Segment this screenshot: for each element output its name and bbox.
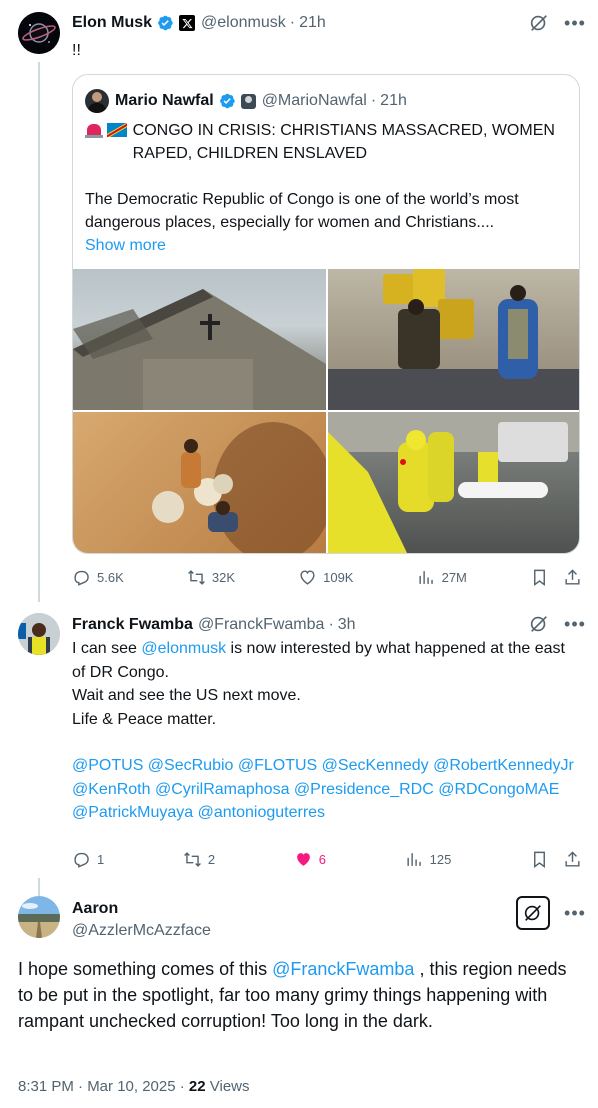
reply-icon — [74, 570, 89, 586]
author-handle[interactable]: @elonmusk — [201, 13, 286, 33]
post1-text: !! — [72, 42, 81, 59]
quote-media-grid — [73, 269, 579, 553]
quote-header: Mario Nawfal @MarioNawfal · 21h — [85, 89, 407, 113]
dot-separator: · — [328, 616, 334, 633]
grok-button[interactable] — [516, 896, 550, 930]
post3-text: I hope something comes of this @FranckFw… — [18, 956, 578, 1034]
views-button[interactable]: 125 — [405, 850, 452, 869]
post-timestamp-row: 8:31 PM · Mar 10, 2025 · 22 Views — [18, 1078, 250, 1095]
media-hazmat-photo[interactable] — [328, 412, 579, 553]
mentions-block[interactable]: @POTUS @SecRubio @FLOTUS @SecKennedy @Ro… — [72, 754, 582, 825]
post1-end-actions — [530, 568, 582, 587]
views-label: Views — [205, 1078, 250, 1095]
post1-header: Elon Musk @elonmusk · 21h — [72, 13, 326, 33]
post3-name-block: Aaron @AzzlerMcAzzface — [72, 898, 211, 942]
post2-line3: Life & Peace matter. — [72, 710, 217, 728]
post2-actions: 1 2 6 125 — [72, 850, 582, 869]
views-count: 125 — [429, 852, 452, 867]
views-count: 27M — [441, 570, 467, 585]
views-button[interactable]: 27M — [417, 568, 467, 587]
thread-line — [38, 62, 40, 602]
post-time[interactable]: 3h — [338, 615, 356, 635]
mario-avatar[interactable] — [85, 89, 109, 113]
verified-badge-icon — [158, 15, 173, 31]
post-time[interactable]: 21h — [299, 13, 326, 33]
repost-button[interactable]: 32K — [187, 568, 235, 587]
post2-top-icons: ••• — [528, 613, 586, 635]
franck-avatar[interactable] — [18, 613, 60, 655]
reply-count: 1 — [97, 852, 105, 867]
quote-time[interactable]: 21h — [380, 92, 407, 110]
grok-icon[interactable] — [528, 613, 550, 635]
reply-icon — [74, 852, 89, 868]
elon-avatar[interactable] — [18, 12, 60, 54]
post2-line2: Wait and see the US next move. — [72, 687, 301, 704]
dot-separator: · — [289, 14, 296, 31]
congo-flag-icon — [106, 123, 127, 137]
repost-count: 2 — [207, 852, 216, 867]
quote-headline: CONGO IN CRISIS: CHRISTIANS MASSACRED, W… — [132, 122, 555, 162]
reply-button[interactable]: 5.6K — [72, 568, 124, 587]
mention-link[interactable]: @elonmusk — [141, 640, 226, 657]
post1-top-icons: ••• — [528, 12, 586, 34]
bookmark-icon[interactable] — [530, 568, 549, 587]
post2-header: Franck Fwamba @FranckFwamba · 3h — [72, 615, 356, 635]
dot-separator: · — [370, 92, 377, 109]
more-icon[interactable]: ••• — [564, 902, 586, 924]
show-more-link[interactable]: Show more — [85, 234, 569, 257]
like-count: 6 — [318, 852, 326, 867]
post2-end-actions — [530, 850, 582, 869]
author-handle[interactable]: @AzzlerMcAzzface — [72, 920, 211, 942]
quoted-post-card[interactable]: Mario Nawfal @MarioNawfal · 21h CONGO IN… — [72, 74, 580, 554]
post2-text: I can see @elonmusk is now interested by… — [72, 637, 582, 825]
like-count: 109K — [323, 570, 354, 585]
heart-icon — [300, 570, 315, 585]
post2-paragraph: I can see @elonmusk is now interested by… — [72, 637, 582, 684]
aaron-avatar[interactable] — [18, 896, 60, 938]
more-icon[interactable]: ••• — [564, 12, 586, 34]
siren-icon — [85, 122, 103, 138]
author-handle[interactable]: @FranckFwamba — [198, 615, 325, 635]
verified-badge-icon — [219, 93, 235, 109]
like-button[interactable]: 109K — [298, 568, 353, 587]
like-button[interactable]: 6 — [294, 850, 326, 869]
mention-link[interactable]: @FranckFwamba — [272, 959, 414, 979]
media-church-photo[interactable] — [73, 269, 326, 410]
views-chart-icon — [407, 853, 421, 866]
author-name[interactable]: Elon Musk — [72, 13, 152, 33]
share-icon[interactable] — [563, 850, 582, 869]
quote-text-block: CONGO IN CRISIS: CHRISTIANS MASSACRED, W… — [85, 119, 569, 257]
post3-text-part1: I hope something comes of this — [18, 959, 273, 979]
author-name[interactable]: Aaron — [72, 898, 211, 920]
quote-body: The Democratic Republic of Congo is one … — [85, 191, 519, 231]
thread-line — [38, 878, 40, 896]
reply-count: 5.6K — [97, 570, 124, 585]
views-chart-icon — [419, 571, 433, 584]
media-refugees-photo[interactable] — [328, 269, 579, 410]
bookmark-icon[interactable] — [530, 850, 549, 869]
views-number: 22 — [188, 1078, 206, 1095]
share-icon[interactable] — [563, 568, 582, 587]
media-mining-photo[interactable] — [73, 412, 326, 553]
more-icon[interactable]: ••• — [564, 613, 586, 635]
post2-text-part1: I can see — [72, 640, 142, 657]
post1-actions: 5.6K 32K 109K 27M — [72, 568, 582, 587]
quote-handle[interactable]: @MarioNawfal — [262, 92, 367, 110]
repost-icon — [183, 852, 201, 867]
repost-icon — [187, 570, 205, 585]
repost-count: 32K — [211, 570, 235, 585]
heart-filled-icon — [296, 853, 310, 866]
quote-author-name[interactable]: Mario Nawfal — [115, 92, 214, 110]
grok-icon[interactable] — [528, 12, 550, 34]
timestamp[interactable]: 8:31 PM · Mar 10, 2025 · — [18, 1078, 189, 1095]
reply-button[interactable]: 1 — [72, 850, 104, 869]
repost-button[interactable]: 2 — [183, 850, 215, 869]
x-affiliate-badge-icon — [179, 15, 196, 31]
post3-top-icons: ••• — [516, 896, 586, 930]
author-name[interactable]: Franck Fwamba — [72, 615, 193, 635]
affiliate-badge-icon — [240, 93, 256, 109]
grok-icon — [524, 905, 541, 921]
